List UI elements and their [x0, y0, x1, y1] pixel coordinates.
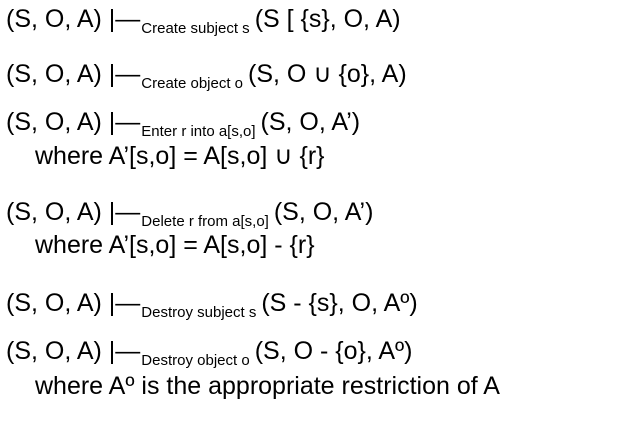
rule-label: Destroy subject s	[141, 304, 257, 321]
rule-rhs: (S, O, A’)	[260, 108, 361, 136]
rule-label: Enter r into a[s,o]	[141, 123, 256, 140]
rule-lhs: (S, O, A) |	[6, 60, 116, 88]
rule-lhs: (S, O, A) |	[6, 337, 116, 365]
rule-line: (S, O, A) |—Destroy object o (S, O - {o},…	[6, 336, 413, 369]
rule-label: Delete r from a[s,o]	[141, 213, 269, 230]
transition-operator: —	[115, 337, 141, 365]
rule-line: (S, O, A) |—Delete r from a[s,o] (S, O, A…	[6, 197, 374, 230]
rule-rhs: (S [ {s}, O, A)	[254, 5, 401, 33]
transition-operator: —	[115, 289, 141, 317]
rule-label: Destroy object o	[141, 352, 250, 369]
rule-rhs: (S, O, A’)	[273, 198, 374, 226]
transition-operator: —	[115, 108, 141, 136]
rule-label: Create object o	[141, 75, 244, 92]
rule-line: (S, O, A) |—Destroy subject s (S - {s}, O…	[6, 288, 418, 321]
rule-where-clause: where A’[s,o] = A[s,o] - {r}	[35, 231, 315, 259]
rule-where-clause: where A’[s,o] = A[s,o] ∪ {r}	[35, 142, 325, 170]
rule-line: (S, O, A) |—Create object o (S, O ∪ {o}, …	[6, 59, 407, 92]
rule-rhs: (S, O ∪ {o}, A)	[248, 60, 407, 88]
rule-where-clause: where Aº is the appropriate restriction …	[35, 372, 500, 400]
rule-rhs: (S - {s}, O, Aº)	[261, 289, 418, 317]
rule-line: (S, O, A) |—Enter r into a[s,o] (S, O, A’…	[6, 107, 361, 140]
transition-operator: —	[115, 60, 141, 88]
rule-lhs: (S, O, A) |	[6, 198, 116, 226]
rule-lhs: (S, O, A) |	[6, 289, 116, 317]
rule-label: Create subject s	[141, 20, 250, 37]
rule-lhs: (S, O, A) |	[6, 108, 116, 136]
rule-line: (S, O, A) |—Create subject s (S [ {s}, O,…	[6, 4, 401, 37]
transition-operator: —	[115, 198, 141, 226]
rule-rhs: (S, O - {o}, Aº)	[254, 337, 413, 365]
transition-operator: —	[115, 5, 141, 33]
rule-lhs: (S, O, A) |	[6, 5, 116, 33]
